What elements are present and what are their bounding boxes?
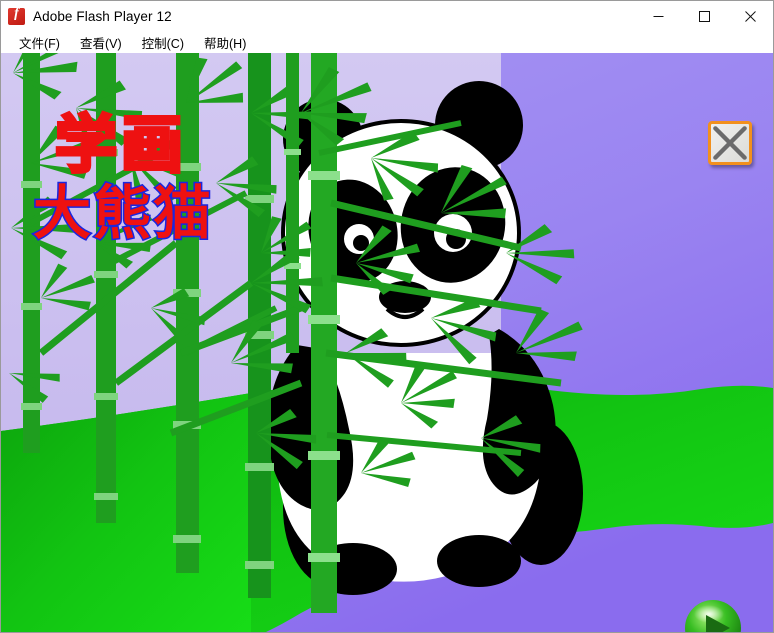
menu-file[interactable]: 文件(F) [9, 33, 70, 52]
window-controls [635, 1, 773, 31]
minimize-button[interactable] [635, 1, 681, 31]
artwork-title-top: 学画 [55, 108, 187, 181]
window-title: Adobe Flash Player 12 [33, 8, 172, 24]
minimize-icon [653, 15, 663, 17]
flash-stage[interactable]: 学画 大熊猫 [1, 53, 773, 632]
close-x-icon [713, 126, 747, 160]
flash-logo-icon [8, 6, 25, 25]
maximize-icon [698, 10, 710, 22]
artwork-title-bottom: 大熊猫 [33, 179, 213, 247]
stage-close-button[interactable] [708, 121, 752, 165]
maximize-button[interactable] [681, 1, 727, 31]
artwork-title-group: 学画 大熊猫 [32, 106, 213, 249]
menubar: 文件(F) 查看(V) 控制(C) 帮助(H) [1, 31, 773, 53]
scene-artwork: 学画 大熊猫 [1, 53, 773, 632]
titlebar: Adobe Flash Player 12 [1, 1, 773, 31]
flash-player-window: Adobe Flash Player 12 文件(F) 查看(V [0, 0, 774, 633]
close-icon [744, 10, 756, 22]
stage-play-button[interactable] [684, 599, 742, 632]
play-triangle-icon [685, 600, 741, 632]
menu-control[interactable]: 控制(C) [132, 33, 194, 52]
menu-help[interactable]: 帮助(H) [194, 33, 256, 52]
close-button[interactable] [727, 1, 773, 31]
menu-view[interactable]: 查看(V) [70, 33, 132, 52]
